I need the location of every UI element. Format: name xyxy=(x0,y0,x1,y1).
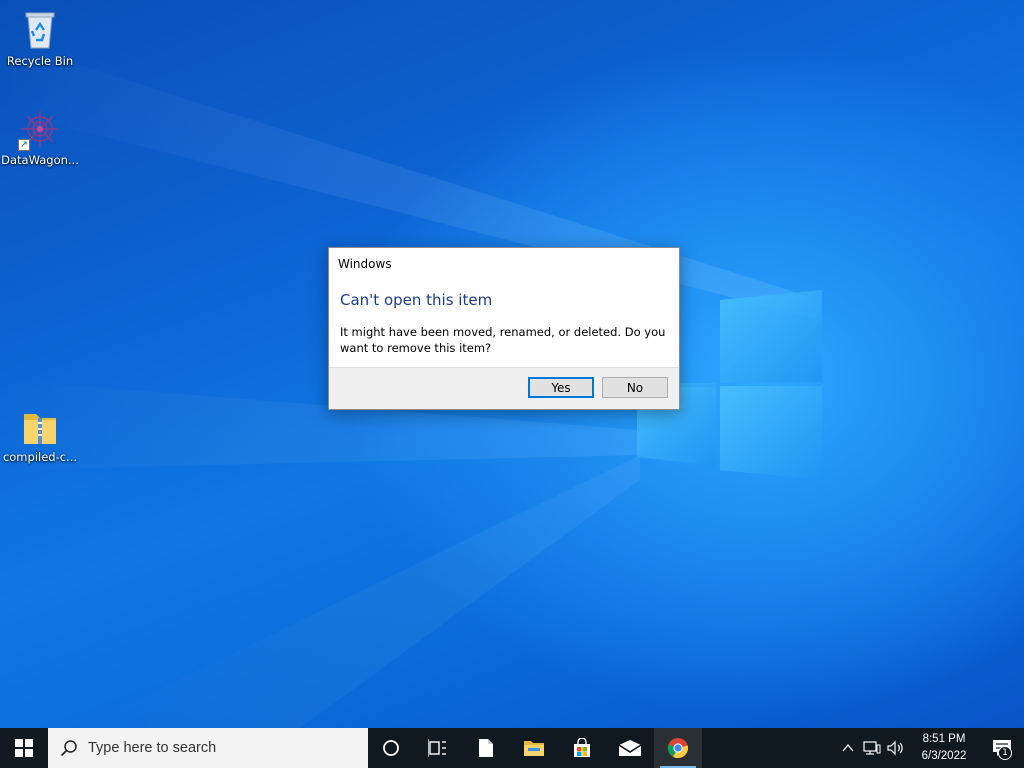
desktop[interactable]: Recycle Bin ↗ DataWagon... compiled-c...… xyxy=(0,0,1024,728)
cortana-icon xyxy=(383,740,399,756)
cant-open-item-dialog: Windows Can't open this item It might ha… xyxy=(328,247,680,410)
desktop-icon-recycle-bin[interactable]: Recycle Bin xyxy=(1,8,79,68)
cortana-button[interactable] xyxy=(368,728,414,768)
file-explorer-icon xyxy=(524,741,544,756)
taskbar-clock[interactable]: 8:51 PM 6/3/2022 xyxy=(908,731,980,765)
volume-button[interactable] xyxy=(884,728,908,768)
dialog-heading: Can't open this item xyxy=(340,291,493,309)
taskbar-file-explorer-button[interactable] xyxy=(510,728,558,768)
desktop-icon-datawagon[interactable]: ↗ DataWagon... xyxy=(1,107,79,167)
taskbar-search-box[interactable]: Type here to search xyxy=(48,728,368,768)
taskbar: Type here to search 8:51 PM 6/3/2022 1 xyxy=(0,728,1024,768)
desktop-icon-label: Recycle Bin xyxy=(6,54,74,68)
taskbar-store-button[interactable] xyxy=(558,728,606,768)
dialog-footer: Yes No xyxy=(329,367,679,409)
system-tray: 8:51 PM 6/3/2022 1 xyxy=(836,728,1024,768)
action-center-button[interactable]: 1 xyxy=(980,728,1024,768)
task-view-icon xyxy=(428,739,446,757)
taskbar-chrome-button[interactable] xyxy=(654,728,702,768)
windows-logo-pane xyxy=(720,290,822,383)
recycle-bin-icon xyxy=(18,8,62,52)
desktop-icon-compiled-folder[interactable]: compiled-c... xyxy=(1,404,79,464)
desktop-icon-label: DataWagon... xyxy=(1,153,79,167)
file-icon xyxy=(479,739,493,757)
desktop-icon-label: compiled-c... xyxy=(2,450,78,464)
network-icon xyxy=(863,741,881,755)
start-button[interactable] xyxy=(0,728,48,768)
no-button[interactable]: No xyxy=(602,377,668,398)
chrome-icon xyxy=(667,738,689,759)
taskbar-mail-button[interactable] xyxy=(606,728,654,768)
speaker-icon xyxy=(887,740,903,756)
clock-date: 6/3/2022 xyxy=(921,750,967,762)
task-view-button[interactable] xyxy=(414,728,462,768)
chevron-up-icon xyxy=(842,743,854,752)
shortcut-arrow-icon: ↗ xyxy=(18,139,30,151)
zip-folder-icon xyxy=(18,404,62,448)
mail-icon xyxy=(618,740,642,756)
notification-count-badge: 1 xyxy=(998,746,1012,760)
datawagon-app-icon: ↗ xyxy=(18,107,62,151)
windows-start-icon xyxy=(15,739,33,757)
dialog-title: Windows xyxy=(338,257,392,271)
taskbar-file-button[interactable] xyxy=(462,728,510,768)
search-placeholder: Type here to search xyxy=(88,740,217,756)
clock-time: 8:51 PM xyxy=(922,733,966,745)
show-hidden-icons-button[interactable] xyxy=(836,728,860,768)
store-icon xyxy=(574,738,590,757)
dialog-message: It might have been moved, renamed, or de… xyxy=(340,325,666,355)
yes-button[interactable]: Yes xyxy=(528,377,594,398)
network-button[interactable] xyxy=(860,728,884,768)
search-icon xyxy=(60,740,77,757)
